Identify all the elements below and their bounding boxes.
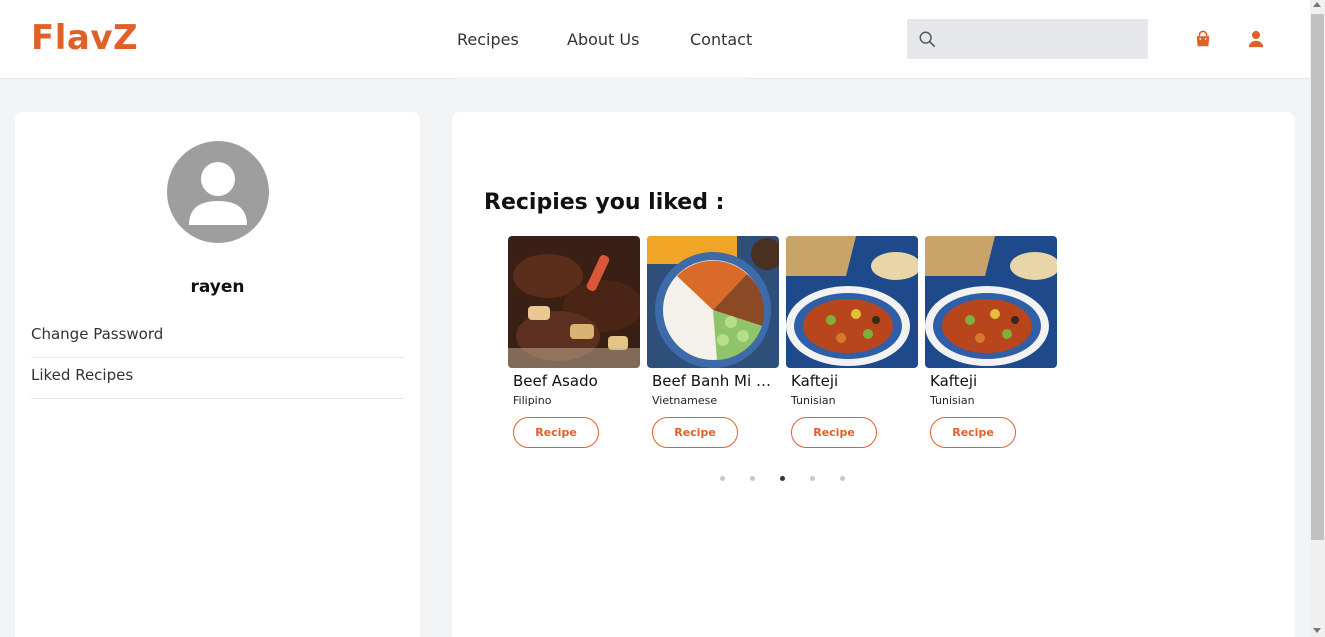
recipe-card: Kafteji Tunisian Recipe <box>786 236 918 451</box>
recipe-cuisine: Tunisian <box>930 394 975 407</box>
nav-link-contact[interactable]: Contact <box>690 30 752 49</box>
scroll-down-arrow-icon[interactable] <box>1313 628 1321 633</box>
menu-item-liked-recipes[interactable]: Liked Recipes <box>31 358 404 399</box>
recipe-name: Beef Banh Mi Bowls with Sriracha Mayo <box>652 372 777 390</box>
recipe-image[interactable] <box>647 236 779 368</box>
recipe-button[interactable]: Recipe <box>652 417 738 448</box>
recipe-image[interactable] <box>508 236 640 368</box>
recipe-name: Beef Asado <box>513 372 598 390</box>
recipe-name: Kafteji <box>930 372 978 390</box>
username: rayen <box>190 277 245 297</box>
shopping-bag-icon[interactable] <box>1194 30 1212 48</box>
recipe-name: Kafteji <box>791 372 839 390</box>
recipe-cuisine: Vietnamese <box>652 394 718 407</box>
recipe-image[interactable] <box>786 236 918 368</box>
carousel-dot-active[interactable] <box>780 476 785 481</box>
scroll-thumb[interactable] <box>1311 14 1324 540</box>
top-navbar: FlavZ Recipes About Us Contact <box>0 0 1310 79</box>
carousel-dot[interactable] <box>840 476 845 481</box>
main-content-card: Recipies you liked : Beef Asado Filipino… <box>452 112 1295 637</box>
user-placeholder-icon <box>189 162 247 225</box>
user-icon[interactable] <box>1247 30 1265 48</box>
nav-divider <box>457 77 747 79</box>
recipe-card: Kafteji Tunisian Recipe <box>925 236 1057 451</box>
recipe-button[interactable]: Recipe <box>513 417 599 448</box>
recipe-card: Beef Banh Mi Bowls with Sriracha Mayo Vi… <box>647 236 779 451</box>
recipe-image[interactable] <box>925 236 1057 368</box>
section-title: Recipies you liked : <box>484 190 725 215</box>
recipe-card: Beef Asado Filipino Recipe <box>508 236 640 451</box>
recipe-button[interactable]: Recipe <box>791 417 877 448</box>
avatar <box>167 141 269 243</box>
menu-item-change-password[interactable]: Change Password <box>31 317 404 358</box>
carousel-dot[interactable] <box>720 476 725 481</box>
logo[interactable]: FlavZ <box>31 18 138 58</box>
search-input[interactable] <box>947 19 1142 59</box>
nav-link-about-us[interactable]: About Us <box>567 30 639 49</box>
profile-card: rayen Change Password Liked Recipes <box>15 112 420 637</box>
carousel-dot[interactable] <box>810 476 815 481</box>
scroll-up-arrow-icon[interactable] <box>1313 2 1321 7</box>
nav-link-recipes[interactable]: Recipes <box>457 30 519 49</box>
search-icon <box>919 31 936 48</box>
recipe-cuisine: Tunisian <box>791 394 836 407</box>
search-box[interactable] <box>907 19 1148 59</box>
carousel-dot[interactable] <box>750 476 755 481</box>
recipe-cuisine: Filipino <box>513 394 552 407</box>
page-scrollbar[interactable] <box>1310 0 1325 637</box>
recipe-button[interactable]: Recipe <box>930 417 1016 448</box>
